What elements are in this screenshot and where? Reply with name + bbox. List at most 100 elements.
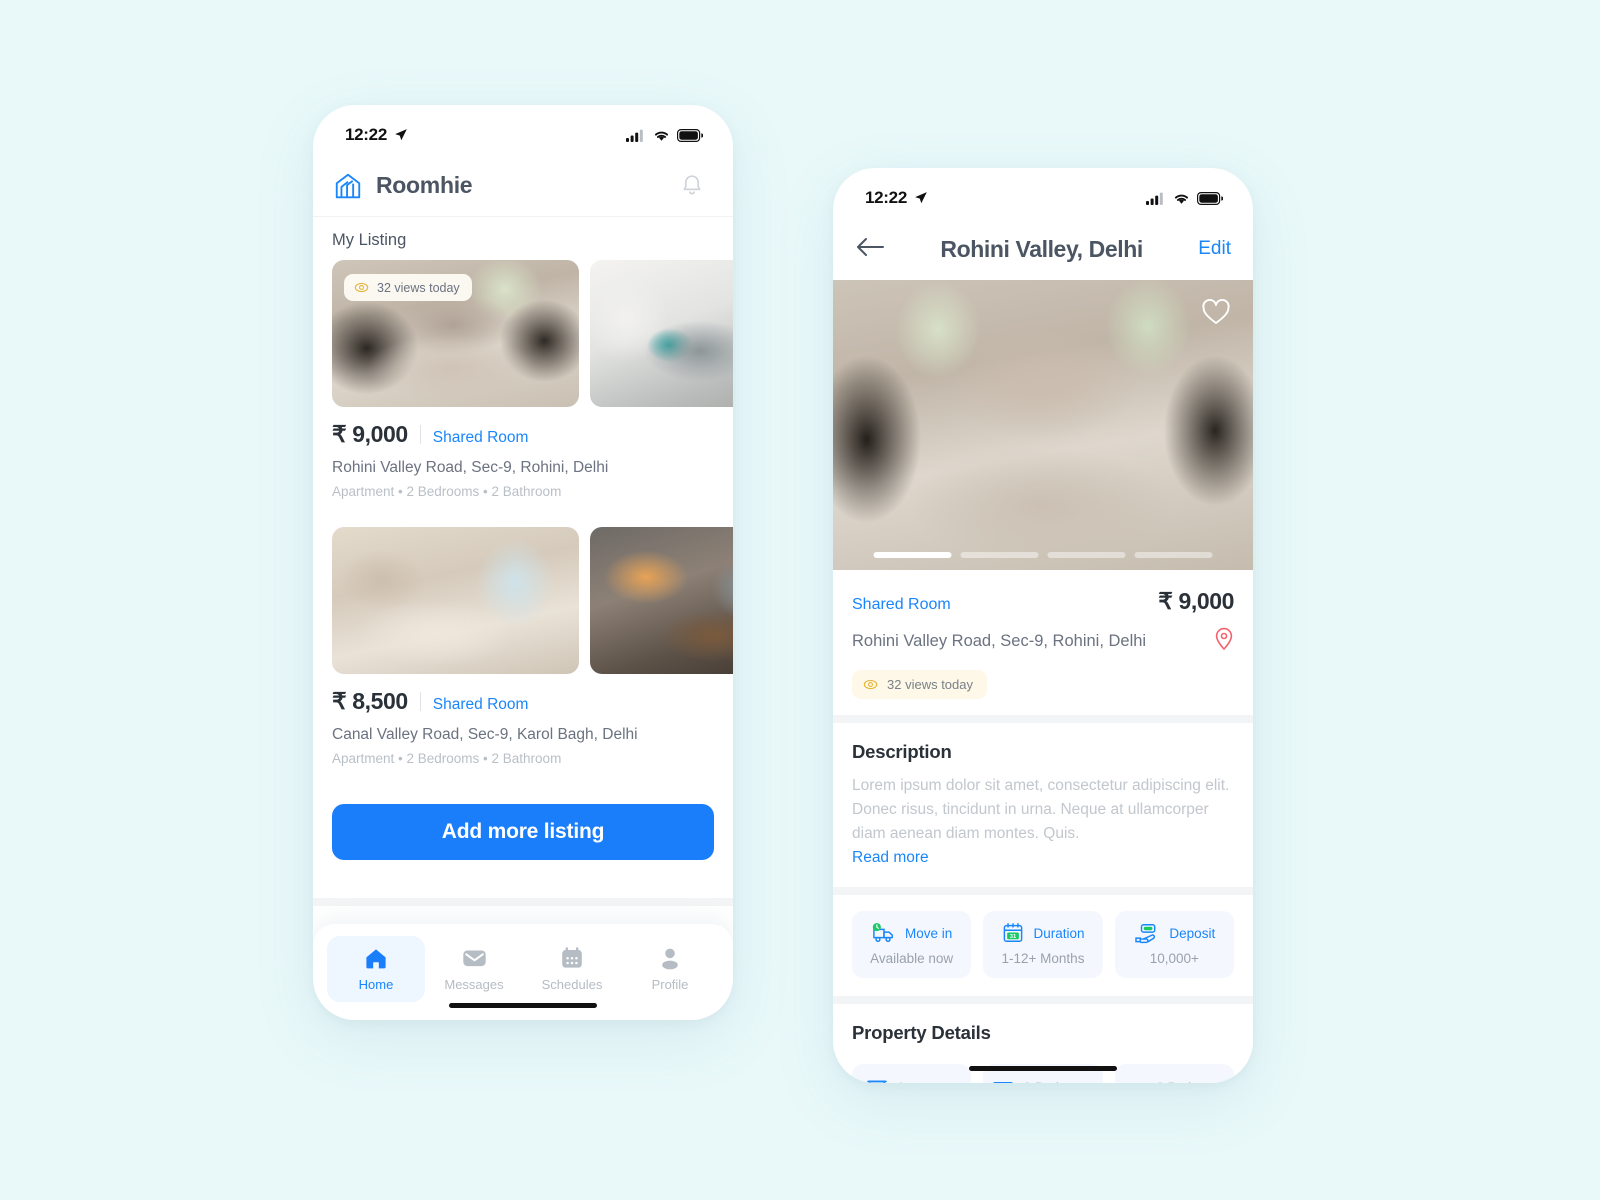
home-icon xyxy=(366,949,386,969)
carousel-dot-active[interactable] xyxy=(873,552,952,558)
eye-icon xyxy=(863,679,878,690)
map-pin-button[interactable] xyxy=(1214,627,1234,656)
listing-1-photo-2[interactable] xyxy=(590,260,733,407)
tab-messages-label: Messages xyxy=(444,977,504,992)
address-row: Rohini Valley Road, Sec-9, Rohini, Delhi xyxy=(852,627,1234,656)
section-divider xyxy=(833,887,1253,896)
section-title-my-listing: My Listing xyxy=(332,231,407,249)
signal-bars-icon xyxy=(626,129,643,142)
envelope-icon xyxy=(462,950,486,967)
listing-2-photo-main[interactable] xyxy=(332,527,579,674)
signal-bars-icon xyxy=(1146,192,1163,205)
section-divider xyxy=(833,715,1253,723)
property-details-title: Property Details xyxy=(852,1022,991,1044)
photo-lounge xyxy=(590,527,733,674)
listing-1-address: Rohini Valley Road, Sec-9, Rohini, Delhi xyxy=(332,459,609,476)
wifi-icon xyxy=(1174,194,1189,204)
person-icon xyxy=(662,948,678,970)
detail-views-label: 32 views today xyxy=(887,677,973,692)
listing-1-price-row: ₹ 9,000 Shared Room xyxy=(332,421,714,448)
carousel-indicator[interactable] xyxy=(873,552,1213,558)
listing-2-images[interactable] xyxy=(313,527,733,674)
listing-1-photo-main[interactable]: 32 views today xyxy=(332,260,579,407)
listing-1-price: ₹ 9,000 xyxy=(332,421,408,447)
pchip-apartment[interactable]: Apartment xyxy=(852,1064,972,1083)
listing-1-room-type: Shared Room xyxy=(432,429,529,446)
section-divider xyxy=(833,996,1253,1005)
location-arrow-icon xyxy=(395,129,407,141)
status-time: 12:22 xyxy=(345,125,408,145)
calendar-icon xyxy=(562,947,582,968)
tab-profile[interactable]: Profile xyxy=(621,936,719,1002)
listing-1-specs: Apartment • 2 Bedrooms • 2 Bathroom xyxy=(332,484,562,499)
carousel-dot[interactable] xyxy=(1134,552,1213,558)
chip-duration[interactable]: 31 Duration 1-12+ Months xyxy=(983,911,1103,979)
chip-move-in[interactable]: Move in Available now xyxy=(852,911,972,979)
divider xyxy=(419,692,421,711)
listing-2-specs: Apartment • 2 Bedrooms • 2 Bathroom xyxy=(332,751,562,766)
pchip-bathroom-label: 2 Bathroom xyxy=(1156,1080,1226,1083)
favorite-button[interactable] xyxy=(1201,298,1231,328)
pchip-bedrooms-label: 2 Bedrooms xyxy=(1024,1080,1097,1083)
photo-bedroom-window xyxy=(332,527,579,674)
heart-outline-icon xyxy=(1202,299,1230,324)
section-divider xyxy=(313,898,733,906)
app-header: Roomhie xyxy=(313,155,733,217)
detail-room-type: Shared Room xyxy=(852,596,951,613)
tab-schedules[interactable]: Schedules xyxy=(523,936,621,1002)
calendar-31-icon: 31 xyxy=(1004,923,1023,943)
notification-bell-icon xyxy=(683,175,701,195)
status-time-label: 12:22 xyxy=(345,125,387,144)
views-badge: 32 views today xyxy=(344,274,472,301)
feature-chips: Move in Available now 31 Duration 1-12+ … xyxy=(833,895,1253,996)
photo-living-room xyxy=(590,260,733,407)
detail-info: Shared Room ₹ 9,000 Rohini Valley Road, … xyxy=(833,570,1253,715)
detail-price: ₹ 9,000 xyxy=(1158,588,1234,614)
status-time-label: 12:22 xyxy=(865,188,907,207)
battery-full-icon xyxy=(1197,191,1223,205)
add-more-listing-button[interactable]: Add more listing xyxy=(332,804,714,860)
hero-image-carousel[interactable] xyxy=(833,280,1253,570)
bed-icon xyxy=(992,1082,1013,1083)
money-hand-icon xyxy=(1135,924,1156,944)
tab-home[interactable]: Home xyxy=(327,936,425,1002)
screenshot-canvas: 12:22 Roomhie My Listing 32 views today … xyxy=(0,0,1600,1200)
page-title: Rohini Valley, Delhi xyxy=(940,235,1143,262)
chip-deposit[interactable]: Deposit 10,000+ xyxy=(1114,911,1234,979)
listing-1-images[interactable]: 32 views today xyxy=(313,260,733,407)
description-body: Lorem ipsum dolor sit amet, consectetur … xyxy=(852,777,1230,843)
moving-truck-icon xyxy=(872,923,893,943)
bathtub-icon xyxy=(1122,1075,1148,1083)
listing-2-photo-2[interactable] xyxy=(590,527,733,674)
views-badge-label: 32 views today xyxy=(377,280,460,295)
status-bar-left: 12:22 xyxy=(313,105,733,155)
chip-deposit-top: Deposit xyxy=(1133,922,1215,944)
phone-detail-screen: 12:22 Rohini Valley, Delhi Edit Shared R… xyxy=(833,168,1253,1083)
chip-move-in-value: Available now xyxy=(870,951,954,967)
status-bar-right: 12:22 xyxy=(833,168,1253,218)
property-details-panel: Property Details xyxy=(833,1004,1253,1051)
listing-2-room-type: Shared Room xyxy=(432,696,529,713)
tab-schedules-label: Schedules xyxy=(541,977,603,992)
tab-messages[interactable]: Messages xyxy=(425,936,523,1002)
read-more-link[interactable]: Read more xyxy=(852,849,1234,867)
carousel-dot[interactable] xyxy=(1047,552,1126,558)
brand-name: Roomhie xyxy=(376,172,473,198)
notification-bell-button[interactable] xyxy=(675,169,709,203)
detail-views-badge: 32 views today xyxy=(852,670,987,699)
tab-home-label: Home xyxy=(358,977,394,992)
listing-2-price-row: ₹ 8,500 Shared Room xyxy=(332,688,714,715)
back-button[interactable] xyxy=(855,235,885,264)
carousel-dot[interactable] xyxy=(960,552,1039,558)
pchip-bathroom[interactable]: 2 Bathroom xyxy=(1114,1064,1234,1083)
location-pin-icon xyxy=(1215,627,1233,651)
location-arrow-icon xyxy=(915,192,927,204)
chip-duration-label: Duration xyxy=(1033,925,1085,941)
wifi-icon xyxy=(654,131,669,141)
arrow-left-icon xyxy=(857,237,884,256)
edit-button[interactable]: Edit xyxy=(1198,238,1231,260)
divider xyxy=(419,425,421,444)
listing-1-meta: ₹ 9,000 Shared Room Rohini Valley Road, … xyxy=(313,407,733,499)
listing-2-address: Canal Valley Road, Sec-9, Karol Bagh, De… xyxy=(332,726,638,743)
listing-2-meta: ₹ 8,500 Shared Room Canal Valley Road, S… xyxy=(313,674,733,766)
